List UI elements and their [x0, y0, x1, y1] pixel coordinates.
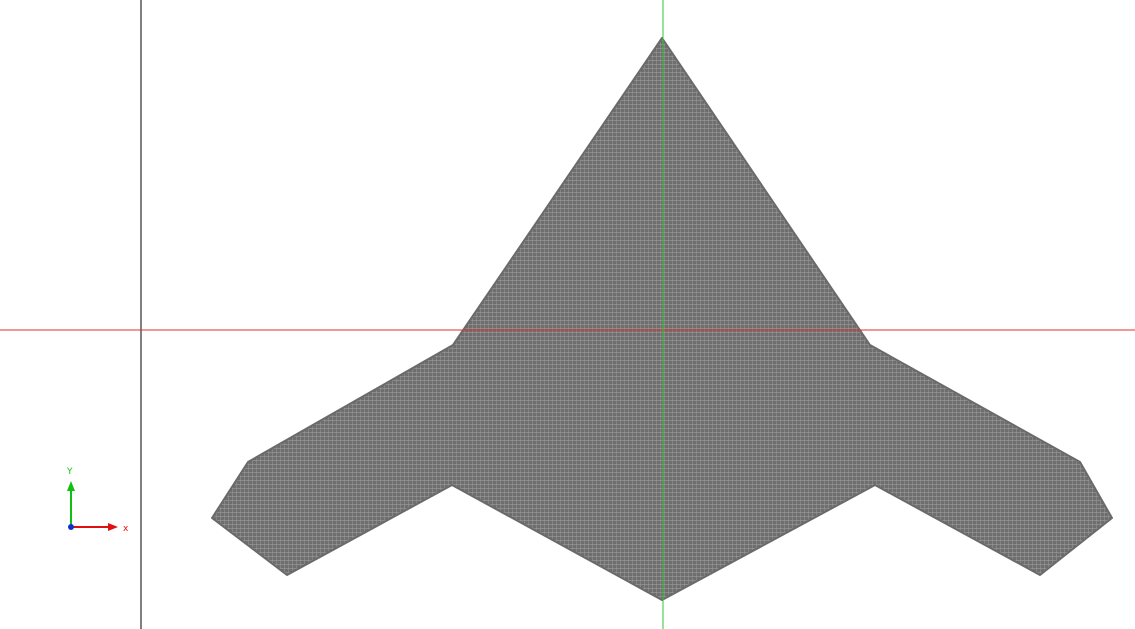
x-axis-label: x	[123, 524, 129, 534]
origin-dot-icon	[68, 524, 74, 530]
3d-viewport[interactable]: Y x	[0, 0, 1135, 629]
y-axis-label: Y	[66, 467, 73, 477]
